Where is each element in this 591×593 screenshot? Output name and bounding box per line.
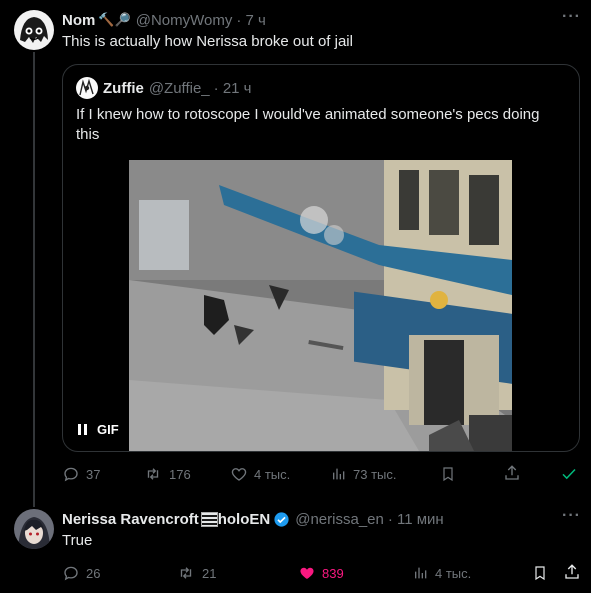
tweet2-handle[interactable]: @nerissa_en (295, 511, 384, 528)
bookmark-icon (535, 566, 545, 581)
share-icon (505, 465, 519, 480)
pause-icon[interactable] (78, 423, 87, 435)
tweet1-bookmark-button[interactable] (440, 465, 456, 483)
tweet1-reply-button[interactable]: 37 (62, 465, 100, 483)
tweet2-header: Nerissa Ravencroft holoEN @nerissa_en · … (62, 510, 444, 528)
tweet1-like-button[interactable]: 4 тыс. (230, 465, 290, 483)
tweet2-display-name[interactable]: Nerissa Ravencroft (62, 511, 199, 528)
tweet2-views-button[interactable]: 4 тыс. (413, 564, 471, 582)
tweet1-more-button[interactable]: ··· (562, 8, 581, 26)
quote-text: If I knew how to rotoscope I would've an… (76, 106, 540, 143)
tweet1-name-emojis: 🔨🔎 (98, 12, 131, 27)
tweet1-handle[interactable]: @NomyWomy (136, 12, 233, 29)
quote-gif-media[interactable] (129, 160, 512, 451)
tweet2-like-button[interactable]: 839 (298, 564, 344, 582)
checkmark-icon (562, 468, 576, 480)
tweet2-retweet-count: 21 (202, 565, 217, 581)
avatar-zuffie[interactable] (76, 77, 98, 99)
reply-icon (64, 566, 78, 581)
tweet1-display-name[interactable]: Nom (62, 12, 95, 29)
heart-icon (300, 567, 314, 579)
tweet1-retweet-count: 176 (169, 466, 191, 482)
tweet1-checkmark-button[interactable] (560, 465, 578, 483)
share-icon (565, 564, 579, 579)
quote-header: Zuffie @Zuffie_ · 21 ч (103, 79, 252, 97)
tweet2-views-count: 4 тыс. (435, 565, 472, 581)
tweet1-share-button[interactable] (503, 464, 521, 482)
tweet2-reply-count: 26 (86, 565, 101, 581)
tweet2-retweet-button[interactable]: 21 (176, 564, 216, 582)
tweet1-time[interactable]: · 7 ч (236, 12, 266, 29)
tweet1-retweet-button[interactable]: 176 (143, 465, 191, 483)
tweet2-share-button[interactable] (563, 563, 581, 581)
tweet1-header: Nom 🔨🔎 @NomyWomy · 7 ч (62, 11, 266, 29)
verified-badge-icon[interactable] (273, 511, 290, 528)
quote-handle: @Zuffie_ (148, 79, 210, 97)
tweet2-reply-button[interactable]: 26 (62, 564, 100, 582)
tweet2-name-suffix[interactable]: holoEN (218, 511, 271, 528)
tweet2-more-button[interactable]: ··· (562, 507, 581, 525)
retweet-icon (180, 567, 192, 579)
tweet1-views-button[interactable]: 73 тыс. (331, 465, 396, 483)
heart-icon (231, 468, 247, 481)
reply-icon (64, 467, 78, 482)
gif-controls: GIF (72, 417, 125, 441)
quote-display-name: Zuffie (103, 79, 144, 97)
avatar-nom[interactable] (14, 10, 54, 50)
tweet2-bookmark-button[interactable] (532, 564, 548, 582)
tweet1-like-count: 4 тыс. (254, 466, 291, 482)
retweet-icon (147, 468, 159, 480)
tweet1-text: This is actually how Nerissa broke out o… (62, 33, 353, 50)
views-icon (333, 468, 345, 480)
tweet2-like-count: 839 (322, 565, 344, 581)
tweet1-views-count: 73 тыс. (353, 466, 397, 482)
tweet2-text: True (62, 532, 93, 549)
tweet2-name-flag-icon (200, 511, 218, 527)
thread-connector-line (33, 52, 35, 507)
tweet1-reply-count: 37 (86, 466, 101, 482)
bookmark-icon (443, 467, 453, 482)
views-icon (415, 567, 427, 579)
quote-time: · 21 ч (213, 79, 252, 97)
tweet2-time[interactable]: · 11 мин (388, 511, 444, 528)
gif-label: GIF (97, 421, 119, 437)
avatar-nerissa[interactable] (14, 509, 54, 549)
